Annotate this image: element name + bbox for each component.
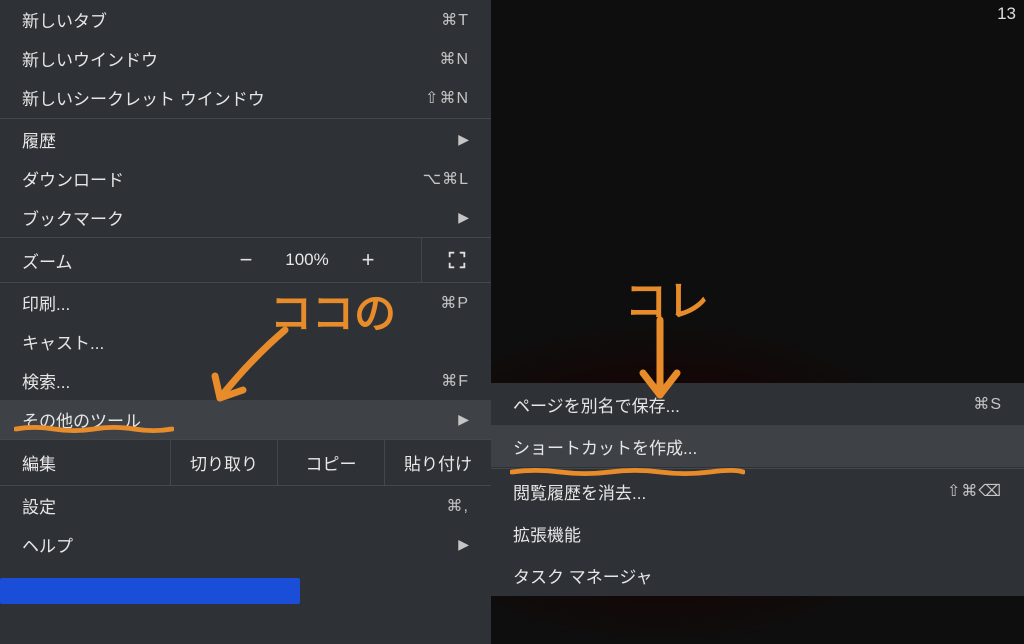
menu-item-bookmarks[interactable]: ブックマーク ▶: [0, 198, 491, 237]
submenu-arrow-icon: ▶: [452, 536, 469, 553]
menu-item-downloads[interactable]: ダウンロード ⌥⌘L: [0, 159, 491, 198]
submenu-arrow-icon: ▶: [452, 131, 469, 148]
submenu-item-task-manager[interactable]: タスク マネージャ: [491, 554, 1024, 596]
zoom-value: 100%: [272, 250, 342, 270]
menu-item-label: 設定: [22, 493, 447, 518]
shortcut-label: ⌘T: [441, 10, 469, 30]
more-tools-submenu: ページを別名で保存... ⌘S ショートカットを作成... 閲覧履歴を消去...…: [491, 383, 1024, 596]
zoom-label: ズーム: [22, 248, 220, 273]
edit-copy-button[interactable]: コピー: [277, 440, 384, 485]
menu-item-settings[interactable]: 設定 ⌘,: [0, 486, 491, 525]
menu-item-label: 閲覧履歴を消去...: [513, 479, 947, 504]
menu-item-label: 拡張機能: [513, 521, 1002, 546]
annotation-arrow-right: [625, 315, 695, 420]
fullscreen-icon: [446, 249, 468, 271]
menu-item-label: 新しいシークレット ウインドウ: [22, 85, 425, 110]
menu-item-new-window[interactable]: 新しいウインドウ ⌘N: [0, 39, 491, 78]
shortcut-label: ⌥⌘L: [423, 169, 469, 189]
fullscreen-button[interactable]: [421, 238, 491, 282]
background-panel: 13 ページを別名で保存... ⌘S ショートカットを作成... 閲覧履歴を消去…: [491, 0, 1024, 644]
menu-separator: [0, 118, 491, 119]
submenu-item-extensions[interactable]: 拡張機能: [491, 512, 1024, 554]
annotation-arrow-left: [195, 320, 305, 425]
menu-item-new-tab[interactable]: 新しいタブ ⌘T: [0, 0, 491, 39]
menu-item-zoom: ズーム − 100% +: [0, 237, 491, 283]
menu-item-label: ショートカットを作成...: [513, 434, 1002, 459]
shortcut-label: ⌘N: [439, 49, 469, 69]
shortcut-label: ⌘S: [973, 394, 1002, 414]
menu-item-print[interactable]: 印刷... ⌘P: [0, 283, 491, 322]
menu-item-label: ページを別名で保存...: [513, 392, 973, 417]
edit-cut-button[interactable]: 切り取り: [170, 440, 277, 485]
annotation-underline-right: [510, 463, 745, 471]
edit-paste-button[interactable]: 貼り付け: [384, 440, 491, 485]
zoom-in-button[interactable]: +: [342, 247, 394, 273]
menu-item-label: 新しいタブ: [22, 7, 441, 32]
submenu-arrow-icon: ▶: [452, 209, 469, 226]
submenu-item-clear-browsing[interactable]: 閲覧履歴を消去... ⇧⌘⌫: [491, 470, 1024, 512]
menu-item-label: タスク マネージャ: [513, 563, 1002, 588]
menu-item-label: ダウンロード: [22, 166, 423, 191]
menu-item-label: ブックマーク: [22, 205, 452, 230]
clock-fragment: 13: [997, 4, 1016, 24]
menu-item-history[interactable]: 履歴 ▶: [0, 120, 491, 159]
menu-item-label: 履歴: [22, 127, 452, 152]
zoom-out-button[interactable]: −: [220, 247, 272, 273]
menu-item-new-incognito[interactable]: 新しいシークレット ウインドウ ⇧⌘N: [0, 78, 491, 117]
menu-item-label: ヘルプ: [22, 532, 452, 557]
shortcut-label: ⌘,: [447, 496, 469, 516]
page-accent-bar: [0, 578, 300, 604]
menu-item-edit-row: 編集 切り取り コピー 貼り付け: [0, 439, 491, 485]
shortcut-label: ⌘P: [440, 293, 469, 313]
annotation-underline-left: [14, 420, 174, 428]
shortcut-label: ⇧⌘N: [425, 88, 469, 108]
menu-item-label: 新しいウインドウ: [22, 46, 439, 71]
edit-label: 編集: [0, 440, 170, 485]
submenu-item-create-shortcut[interactable]: ショートカットを作成...: [491, 425, 1024, 467]
submenu-arrow-icon: ▶: [452, 411, 469, 428]
shortcut-label: ⌘F: [441, 371, 469, 391]
submenu-item-save-page[interactable]: ページを別名で保存... ⌘S: [491, 383, 1024, 425]
shortcut-label: ⇧⌘⌫: [947, 481, 1002, 501]
zoom-controls: − 100% +: [220, 247, 421, 273]
menu-item-help[interactable]: ヘルプ ▶: [0, 525, 491, 564]
